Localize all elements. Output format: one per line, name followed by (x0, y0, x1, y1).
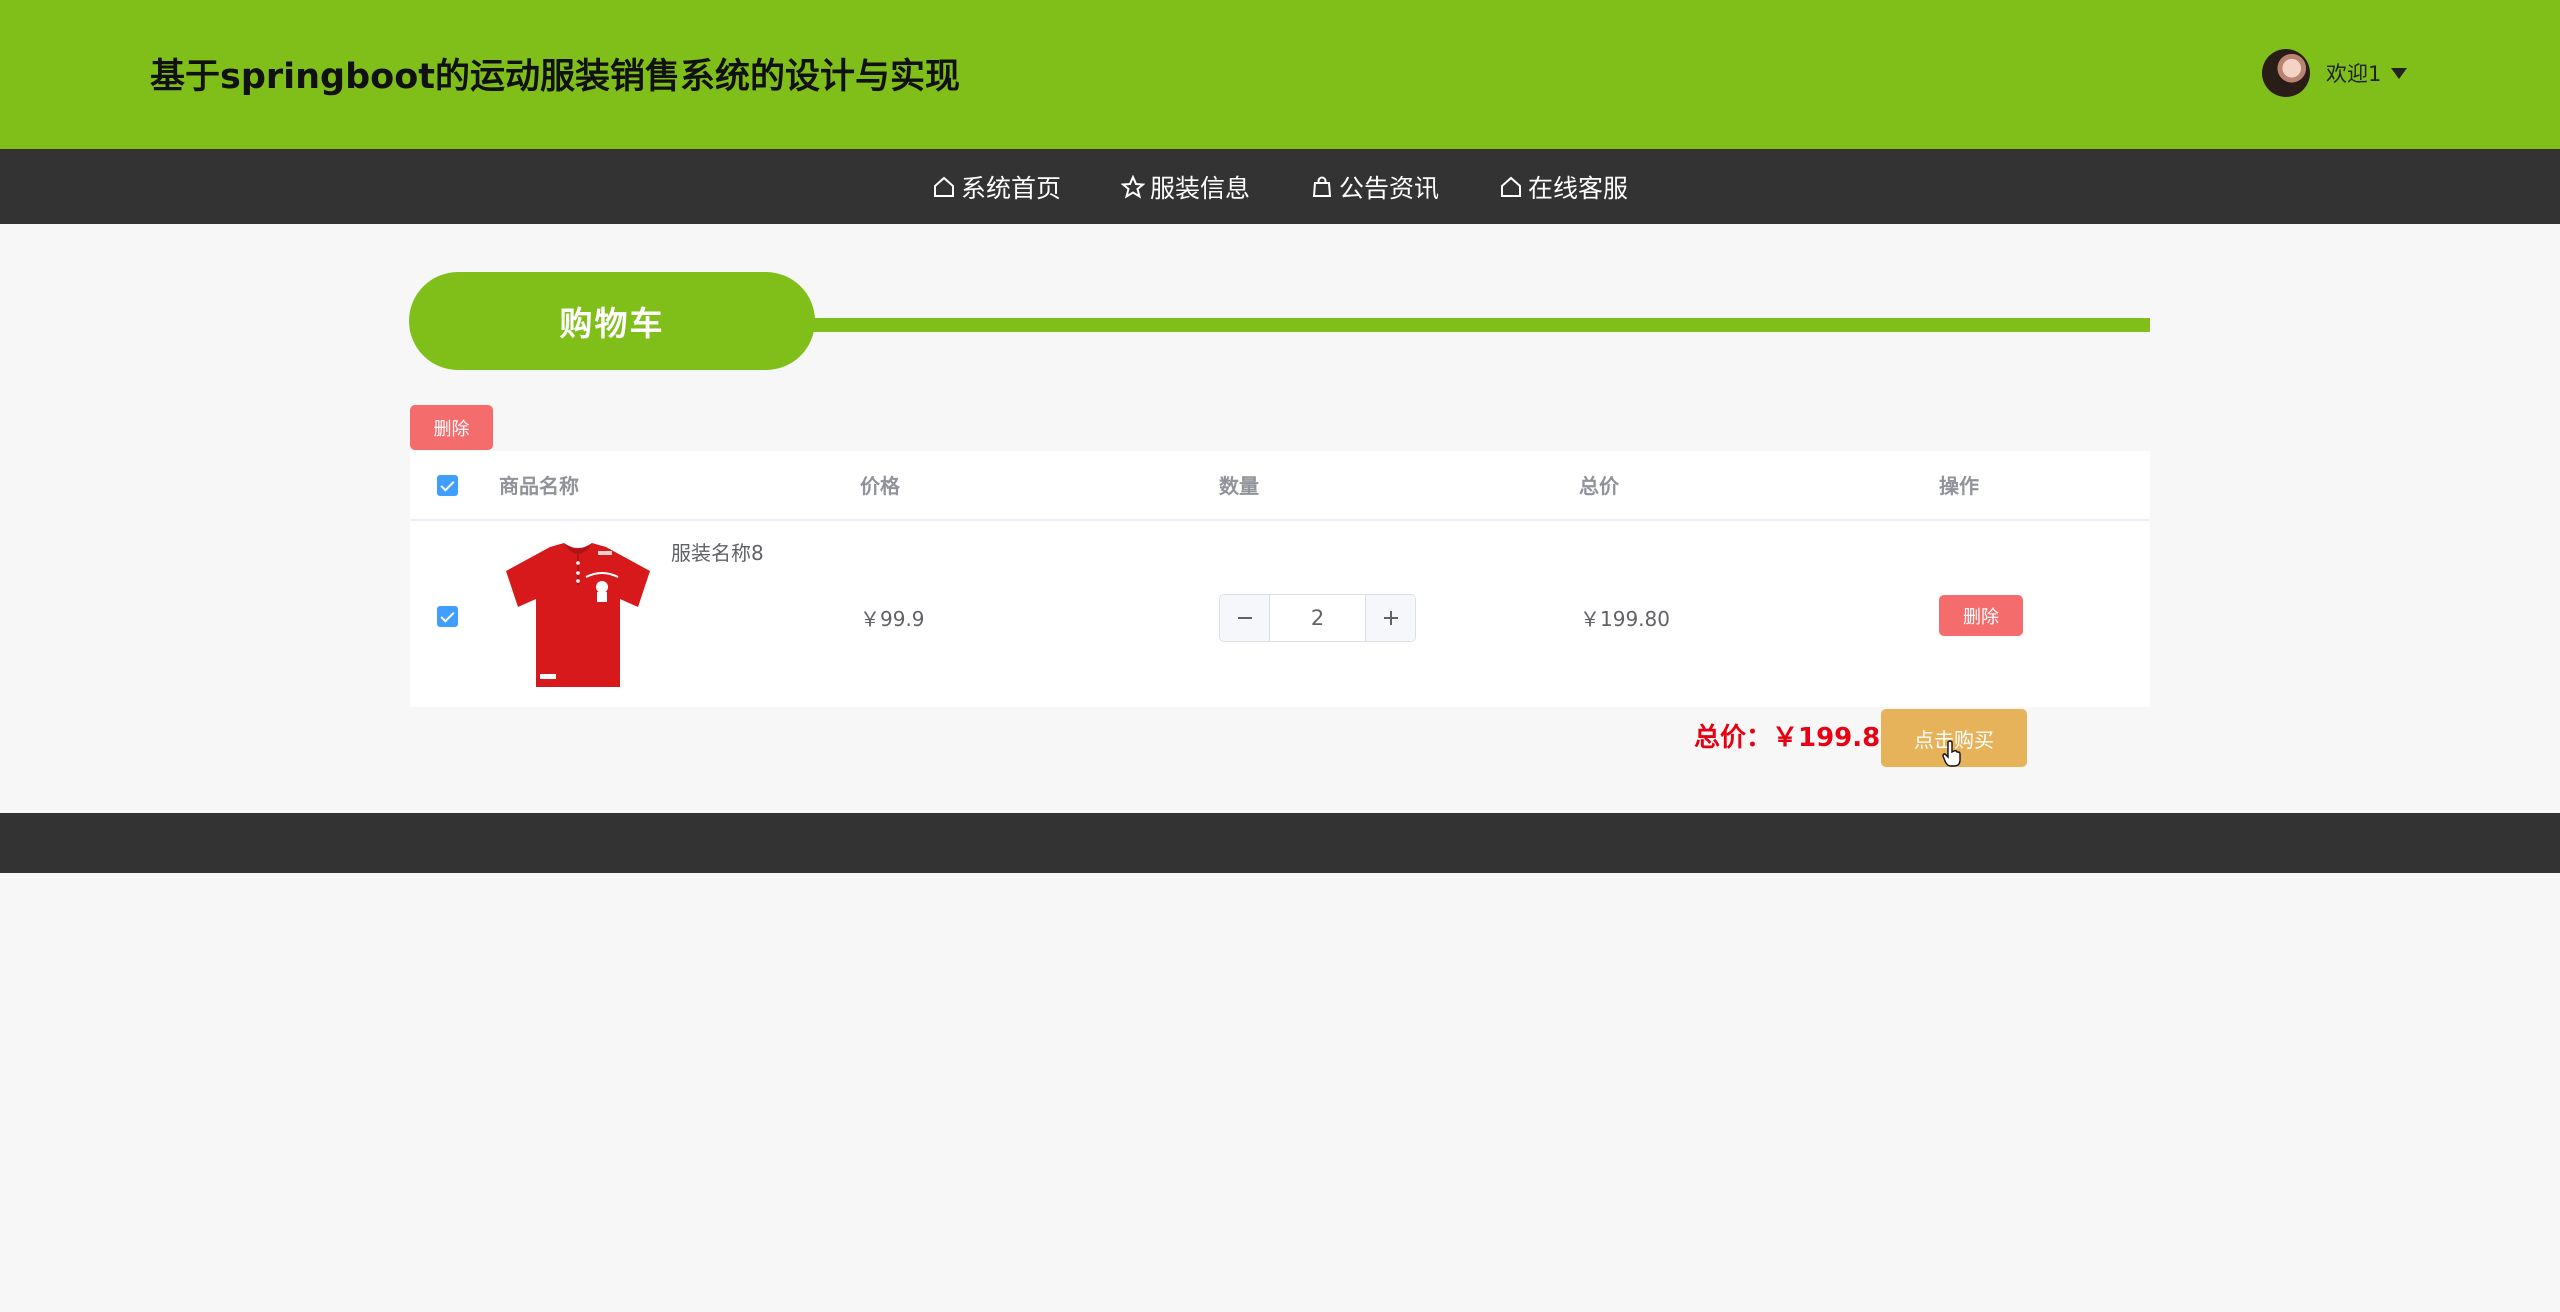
avatar (2262, 49, 2310, 97)
nav-item-label: 公告资讯 (1339, 173, 1440, 203)
main-nav: 系统首页 服装信息 公告资讯 在线客服 (0, 149, 2560, 224)
nav-item-label: 系统首页 (960, 173, 1061, 203)
decrease-button[interactable] (1220, 595, 1270, 641)
increase-button[interactable] (1365, 595, 1415, 641)
column-header-name: 商品名称 (499, 474, 579, 498)
welcome-text: 欢迎1 (2326, 62, 2382, 86)
hand-cursor-icon (1942, 740, 1961, 767)
nav-item-home[interactable]: 系统首页 (932, 169, 1061, 205)
product-price: ￥99.9 (860, 607, 925, 631)
column-header-action: 操作 (1939, 474, 1979, 498)
quantity-stepper (1219, 594, 1416, 642)
bag-icon (1312, 176, 1332, 197)
section-title: 购物车 (409, 272, 815, 370)
nav-item-service[interactable]: 在线客服 (1499, 169, 1628, 205)
star-icon (1120, 174, 1145, 199)
nav-item-clothing[interactable]: 服装信息 (1120, 169, 1250, 205)
plus-icon (1383, 611, 1398, 625)
row-total: ￥199.80 (1580, 607, 1670, 631)
user-menu[interactable]: 欢迎1 (2262, 48, 2408, 98)
site-title: 基于springboot的运动服装销售系统的设计与实现 (150, 57, 960, 97)
home-icon (1501, 176, 1522, 197)
row-checkbox[interactable] (437, 606, 458, 627)
nav-item-news[interactable]: 公告资讯 (1310, 169, 1439, 205)
column-header-price: 价格 (860, 474, 900, 498)
cart-total: 总价：￥199.80 (1694, 723, 1899, 753)
column-header-quantity: 数量 (1219, 474, 1259, 498)
row-delete-button[interactable]: 删除 (1939, 595, 2023, 636)
nav-item-label: 服装信息 (1149, 173, 1250, 203)
select-all-checkbox[interactable] (437, 475, 458, 496)
header: 基于springboot的运动服装销售系统的设计与实现 欢迎1 (0, 0, 2560, 149)
nav-item-label: 在线客服 (1528, 173, 1629, 203)
footer (0, 813, 2560, 873)
product-name: 服装名称8 (671, 541, 764, 565)
delete-selected-button[interactable]: 删除 (410, 405, 493, 450)
caret-down-icon (2391, 67, 2408, 79)
column-header-total: 总价 (1579, 474, 1619, 498)
quantity-input[interactable] (1270, 595, 1365, 641)
table-row: 服装名称8 ￥99.9 ￥199.80 删除 (410, 523, 2150, 707)
minus-icon (1237, 617, 1252, 619)
home-icon (933, 176, 954, 197)
table-header: 商品名称 价格 数量 总价 操作 (410, 451, 2150, 521)
cart-table: 商品名称 价格 数量 总价 操作 服装名称8 ￥99.9 2 ￥199.80 删… (410, 451, 2150, 707)
product-image[interactable] (498, 541, 658, 691)
